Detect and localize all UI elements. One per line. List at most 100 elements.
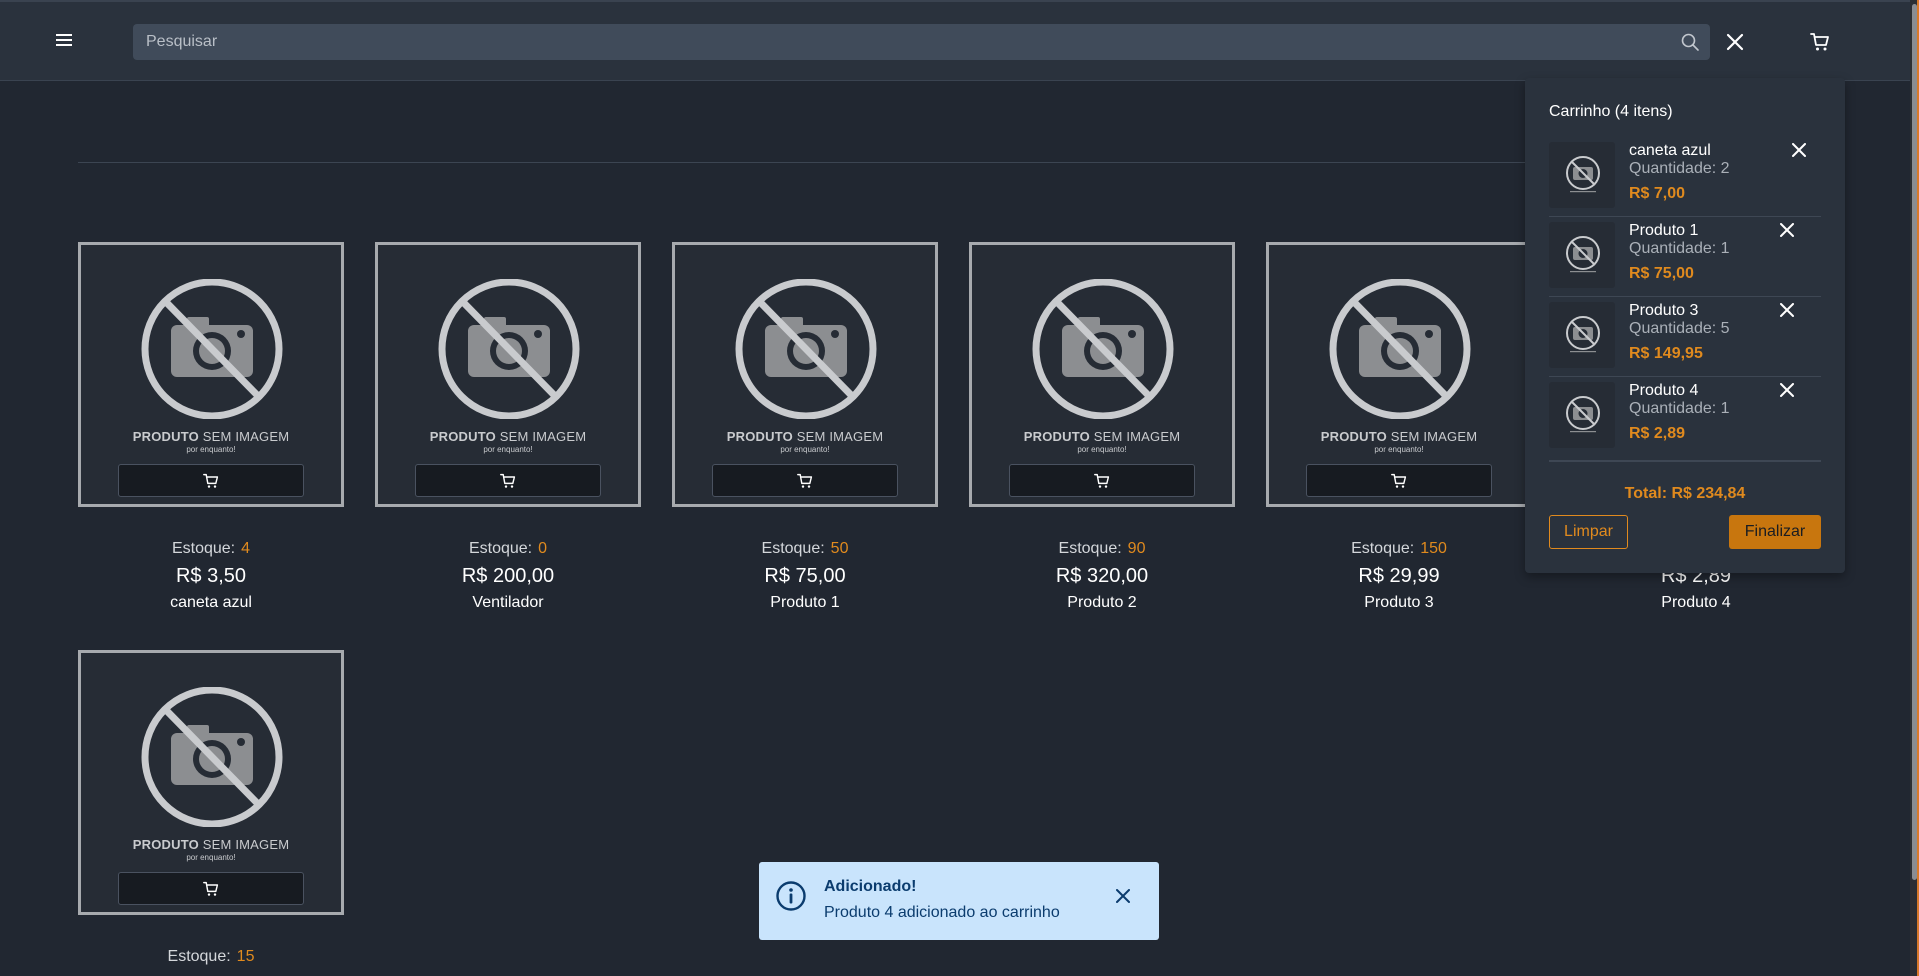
- search-icon[interactable]: [1680, 32, 1700, 52]
- toast-close-button[interactable]: [1113, 886, 1133, 906]
- cart-item-quantity: Quantidade: 2: [1629, 160, 1730, 177]
- close-icon: [1780, 303, 1794, 317]
- product-stock: Estoque: 15: [61, 948, 361, 966]
- stock-value: 150: [1420, 540, 1447, 557]
- stock-value: 90: [1127, 540, 1146, 557]
- cart-icon: [203, 881, 219, 896]
- add-to-cart-button[interactable]: [118, 872, 304, 905]
- close-search-button[interactable]: [1723, 30, 1747, 54]
- product-name[interactable]: Produto 4: [1546, 594, 1846, 612]
- search-input[interactable]: [133, 24, 1710, 60]
- close-icon: [1116, 889, 1130, 903]
- cart-icon: [797, 473, 813, 488]
- no-image-caption: PRODUTO SEM IMAGEM: [726, 429, 884, 444]
- remove-item-button[interactable]: [1777, 300, 1797, 320]
- product-name[interactable]: Produto 3: [1249, 594, 1549, 612]
- menu-button[interactable]: [52, 28, 76, 52]
- add-to-cart-button[interactable]: [1306, 464, 1492, 497]
- toast-notification: Adicionado! Produto 4 adicionado ao carr…: [759, 862, 1159, 940]
- cart-item-name: caneta azul: [1629, 142, 1711, 159]
- cart-item-thumbnail: [1549, 302, 1615, 368]
- hamburger-icon: [56, 34, 72, 46]
- stock-label: Estoque:: [468, 540, 533, 557]
- stock-value: 50: [830, 540, 849, 557]
- cart-item-divider: [1549, 216, 1821, 217]
- cart-item-thumbnail: [1549, 142, 1615, 208]
- cart-item: Produto 4 Quantidade: 1 R$ 2,89: [1549, 376, 1821, 456]
- add-to-cart-button[interactable]: [1009, 464, 1195, 497]
- cart-item-name: Produto 1: [1629, 222, 1699, 239]
- cart-item: Produto 3 Quantidade: 5 R$ 149,95: [1549, 296, 1821, 376]
- stock-label: Estoque:: [1351, 540, 1415, 557]
- cart-total: Total: R$ 234,84: [1624, 485, 1746, 502]
- no-image-caption: PRODUTO SEM IMAGEM: [1023, 429, 1181, 444]
- stock-value: 4: [241, 540, 251, 557]
- cart-item-thumbnail: [1549, 382, 1615, 448]
- product-name[interactable]: Produto 2: [952, 594, 1252, 612]
- product-name[interactable]: caneta azul: [61, 594, 361, 612]
- product-price: R$ 75,00: [764, 565, 846, 587]
- product-info: Estoque: 150 R$ 29,99 Produto 3: [1249, 540, 1549, 612]
- no-image-subcaption: por enquanto!: [1374, 445, 1424, 454]
- add-to-cart-button[interactable]: [712, 464, 898, 497]
- no-image-caption: PRODUTO SEM IMAGEM: [429, 429, 587, 444]
- product-name[interactable]: Ventilador: [358, 594, 658, 612]
- no-image-subcaption: por enquanto!: [186, 445, 236, 454]
- remove-item-button[interactable]: [1789, 140, 1809, 160]
- add-to-cart-button[interactable]: [118, 464, 304, 497]
- no-image-subcaption: por enquanto!: [780, 445, 830, 454]
- remove-item-button[interactable]: [1777, 380, 1797, 400]
- product-card[interactable]: PRODUTO SEM IMAGEM por enquanto!: [78, 242, 344, 507]
- cart-item-thumbnail: [1549, 222, 1615, 288]
- product-stock: Estoque: 50: [655, 540, 955, 558]
- product-card[interactable]: PRODUTO SEM IMAGEM por enquanto!: [969, 242, 1235, 507]
- remove-item-button[interactable]: [1777, 220, 1797, 240]
- info-icon: [776, 881, 806, 911]
- clear-cart-button[interactable]: Limpar: [1549, 515, 1628, 549]
- cart-item: caneta azul Quantidade: 2 R$ 7,00: [1549, 136, 1821, 216]
- stock-label: Estoque:: [167, 948, 231, 965]
- stock-value: 0: [538, 540, 548, 557]
- no-image-icon: [434, 278, 584, 420]
- stock-label: Estoque:: [171, 540, 236, 557]
- no-image-caption: PRODUTO SEM IMAGEM: [132, 837, 290, 852]
- cart-item-quantity: Quantidade: 1: [1629, 240, 1730, 257]
- product-name[interactable]: Produto 1: [655, 594, 955, 612]
- product-card[interactable]: PRODUTO SEM IMAGEM por enquanto!: [1266, 242, 1532, 507]
- product-card[interactable]: PRODUTO SEM IMAGEM por enquanto!: [78, 650, 344, 915]
- cart-item-divider: [1549, 376, 1821, 377]
- cart-icon: [500, 473, 516, 488]
- product-price: R$ 200,00: [461, 565, 555, 587]
- checkout-button[interactable]: Finalizar: [1729, 515, 1821, 549]
- product-info: Estoque: 0 R$ 200,00 Ventilador: [358, 540, 658, 612]
- stock-label: Estoque:: [761, 540, 825, 557]
- product-stock: Estoque: 150: [1249, 540, 1549, 558]
- toast-title: Adicionado!: [824, 878, 917, 895]
- cart-icon: [203, 473, 219, 488]
- cart-item-quantity: Quantidade: 1: [1629, 400, 1730, 417]
- product-stock: Estoque: 90: [952, 540, 1252, 558]
- no-image-subcaption: por enquanto!: [483, 445, 533, 454]
- no-image-icon: [137, 278, 287, 420]
- cart-icon: [1391, 473, 1407, 488]
- cart-item-quantity: Quantidade: 5: [1629, 320, 1730, 337]
- cart-icon: [1810, 33, 1829, 51]
- close-icon: [1726, 33, 1744, 51]
- cart-button[interactable]: [1808, 30, 1832, 54]
- no-image-icon: [1028, 278, 1178, 420]
- product-card[interactable]: PRODUTO SEM IMAGEM por enquanto!: [375, 242, 641, 507]
- stock-label: Estoque:: [1058, 540, 1122, 557]
- cart-total-divider: [1549, 460, 1821, 462]
- stock-value: 15: [236, 948, 255, 965]
- no-image-caption: PRODUTO SEM IMAGEM: [132, 429, 290, 444]
- cart-panel: Carrinho (4 itens) caneta azul Quantidad…: [1525, 78, 1845, 573]
- product-info: Estoque: 4 R$ 3,50 caneta azul: [61, 540, 361, 612]
- no-image-subcaption: por enquanto!: [186, 853, 236, 862]
- no-image-icon: [731, 278, 881, 420]
- product-info: Estoque: 50 R$ 75,00 Produto 1: [655, 540, 955, 612]
- close-icon: [1780, 223, 1794, 237]
- cart-item-name: Produto 4: [1629, 382, 1699, 399]
- product-card[interactable]: PRODUTO SEM IMAGEM por enquanto!: [672, 242, 938, 507]
- add-to-cart-button[interactable]: [415, 464, 601, 497]
- cart-item-price: R$ 7,00: [1629, 185, 1686, 202]
